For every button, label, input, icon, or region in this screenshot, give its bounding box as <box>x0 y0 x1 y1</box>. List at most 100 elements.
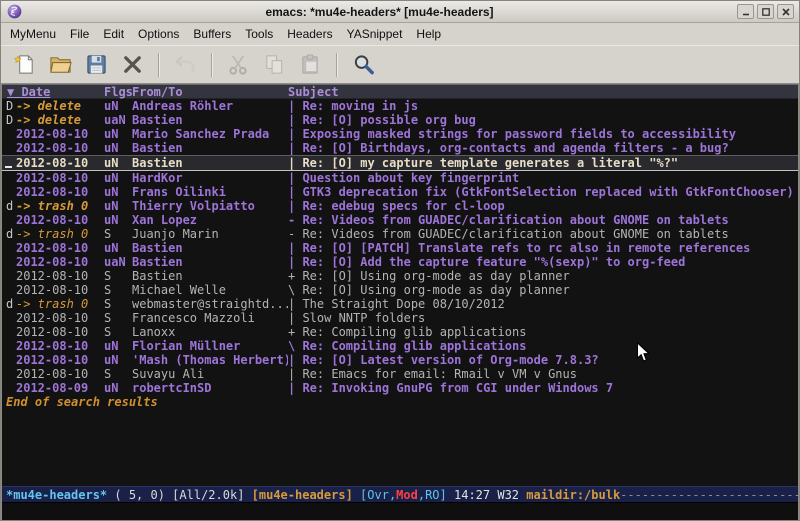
toolbar <box>1 45 799 84</box>
open-file-icon <box>49 53 72 76</box>
message-row[interactable]: 2012-08-10 uN Mario Sanchez Prada | Expo… <box>2 127 798 141</box>
search-button[interactable] <box>350 51 377 78</box>
message-mark-char <box>2 213 16 227</box>
message-flags: uN <box>104 241 132 255</box>
message-subject: | Re: [O] Latest version of Org-mode 7.8… <box>288 353 798 367</box>
message-flags: uN <box>104 156 132 170</box>
titlebar[interactable]: emacs: *mu4e-headers* [mu4e-headers] <box>1 1 799 23</box>
close-buffer-button[interactable] <box>119 51 146 78</box>
paste-button[interactable] <box>297 51 324 78</box>
message-subject: - Re: Videos from GUADEC/clarification a… <box>288 213 798 227</box>
message-from: Xan Lopez <box>132 213 288 227</box>
message-from: robertcInSD <box>132 381 288 395</box>
menu-item-file[interactable]: File <box>63 24 96 44</box>
menu-item-edit[interactable]: Edit <box>96 24 131 44</box>
column-header-from[interactable]: From/To <box>132 85 288 98</box>
message-date: 2012-08-10 <box>16 171 104 185</box>
message-row[interactable]: 2012-08-10 S Francesco Mazzoli | Slow NN… <box>2 311 798 325</box>
message-subject: | Re: edebug specs for cl-loop <box>288 199 798 213</box>
message-row[interactable]: 2012-08-10 uN Bastien | Re: [O] Birthday… <box>2 141 798 155</box>
message-mark-char <box>2 381 16 395</box>
message-date: 2012-08-10 <box>16 339 104 353</box>
message-row[interactable]: 2012-08-10 uaN Bastien | Re: [O] Add the… <box>2 255 798 269</box>
message-flags: S <box>104 297 132 311</box>
message-row[interactable]: D -> delete uaN Bastien | Re: [O] possib… <box>2 113 798 127</box>
message-from: Bastien <box>132 255 288 269</box>
message-flags: uaN <box>104 113 132 127</box>
message-from: webmaster@straightd... <box>132 297 288 311</box>
message-row[interactable]: 2012-08-10 uN 'Mash (Thomas Herbert) | R… <box>2 353 798 367</box>
message-mark-char <box>2 311 16 325</box>
header-line: ▼ Date Flgs From/To Subject <box>2 84 798 99</box>
message-row[interactable]: 2012-08-10 uN Bastien | Re: [O] my captu… <box>2 155 798 171</box>
message-date: 2012-08-10 <box>16 241 104 255</box>
message-row[interactable]: 2012-08-10 uN Florian Müllner \ Re: Comp… <box>2 339 798 353</box>
new-file-button[interactable] <box>11 51 38 78</box>
message-row[interactable]: 2012-08-10 uN Bastien | Re: [O] [PATCH] … <box>2 241 798 255</box>
cut-button[interactable] <box>225 51 252 78</box>
message-from: Suvayu Ali <box>132 367 288 381</box>
message-flags: uN <box>104 171 132 185</box>
headers-buffer[interactable]: ▼ Date Flgs From/To Subject D -> delete … <box>2 84 798 486</box>
toolbar-separator <box>211 53 213 77</box>
minimize-button[interactable] <box>737 4 754 19</box>
message-row[interactable]: 2012-08-10 S Suvayu Ali | Re: Emacs for … <box>2 367 798 381</box>
message-subject: | Re: [O] possible org bug <box>288 113 798 127</box>
column-header-flags[interactable]: Flgs <box>104 85 132 98</box>
new-file-icon <box>13 53 36 76</box>
message-row[interactable]: d -> trash 0 S webmaster@straightd... | … <box>2 297 798 311</box>
message-subject: | Re: [O] my capture template generates … <box>288 156 798 170</box>
message-row[interactable]: 2012-08-10 S Lanoxx + Re: Compiling glib… <box>2 325 798 339</box>
menu-item-buffers[interactable]: Buffers <box>186 24 238 44</box>
menu-item-yasnippet[interactable]: YASnippet <box>340 24 410 44</box>
message-row[interactable]: 2012-08-10 S Bastien + Re: [O] Using org… <box>2 269 798 283</box>
menu-item-tools[interactable]: Tools <box>238 24 280 44</box>
message-subject: | Re: Invoking GnuPG from CGI under Wind… <box>288 381 798 395</box>
modeline-overwrite-flag: [Ovr, <box>360 488 396 502</box>
save-icon <box>85 53 108 76</box>
menu-item-mymenu[interactable]: MyMenu <box>3 24 63 44</box>
message-subject: \ Re: [O] Using org-mode as day planner <box>288 283 798 297</box>
message-subject: | Re: [O] Add the capture feature "%(sex… <box>288 255 798 269</box>
maximize-button[interactable] <box>757 4 774 19</box>
emacs-window: emacs: *mu4e-headers* [mu4e-headers] MyM… <box>0 0 800 521</box>
message-mark-char <box>2 269 16 283</box>
close-icon <box>781 7 791 17</box>
window-title: emacs: *mu4e-headers* [mu4e-headers] <box>22 5 737 19</box>
save-button[interactable] <box>83 51 110 78</box>
message-row[interactable]: D -> delete uN Andreas Röhler | Re: movi… <box>2 99 798 113</box>
message-row[interactable]: 2012-08-10 S Michael Welle \ Re: [O] Usi… <box>2 283 798 297</box>
message-date: 2012-08-10 <box>16 213 104 227</box>
message-row[interactable]: d -> trash 0 S Juanjo Marin - Re: Videos… <box>2 227 798 241</box>
message-row[interactable]: 2012-08-10 uN Xan Lopez - Re: Videos fro… <box>2 213 798 227</box>
message-mark-char <box>2 127 16 141</box>
message-from: Bastien <box>132 269 288 283</box>
message-row[interactable]: d -> trash 0 uN Thierry Volpiatto | Re: … <box>2 199 798 213</box>
message-from: Francesco Mazzoli <box>132 311 288 325</box>
menu-item-help[interactable]: Help <box>409 24 448 44</box>
message-row[interactable]: 2012-08-10 uN HardKor | Question about k… <box>2 171 798 185</box>
message-mark-char: d <box>2 297 16 311</box>
undo-button[interactable] <box>172 51 199 78</box>
message-row[interactable]: 2012-08-09 uN robertcInSD | Re: Invoking… <box>2 381 798 395</box>
message-flags: uN <box>104 141 132 155</box>
open-file-button[interactable] <box>47 51 74 78</box>
message-date: 2012-08-10 <box>16 325 104 339</box>
copy-button[interactable] <box>261 51 288 78</box>
menu-item-headers[interactable]: Headers <box>280 24 339 44</box>
menu-item-options[interactable]: Options <box>131 24 186 44</box>
message-flags: uN <box>104 99 132 113</box>
minibuffer[interactable] <box>2 502 798 520</box>
message-mark-char <box>2 367 16 381</box>
message-flags: S <box>104 311 132 325</box>
message-subject: | Re: [O] Birthdays, org-contacts and ag… <box>288 141 798 155</box>
column-header-subject[interactable]: Subject <box>288 85 798 98</box>
message-from: 'Mash (Thomas Herbert) <box>132 353 288 367</box>
column-header-date[interactable]: ▼ Date <box>2 85 104 98</box>
message-row[interactable]: 2012-08-10 uN Frans Oilinki | GTK3 depre… <box>2 185 798 199</box>
modeline-modified-flag: Mod <box>396 488 418 502</box>
message-flags: uN <box>104 213 132 227</box>
message-from: Bastien <box>132 113 288 127</box>
close-button[interactable] <box>777 4 794 19</box>
message-mark-char <box>2 255 16 269</box>
